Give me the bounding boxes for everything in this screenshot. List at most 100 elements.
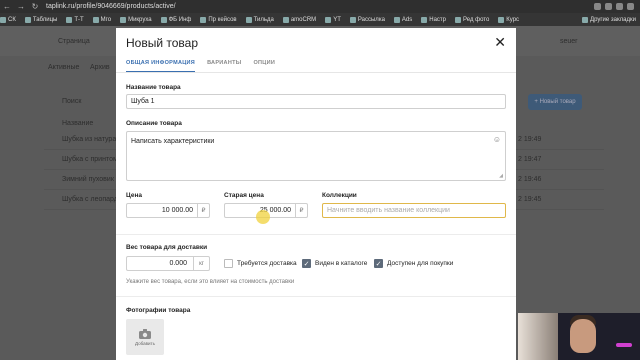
folder-icon <box>582 16 589 23</box>
bookmark-icon <box>393 16 400 23</box>
bookmark-item[interactable]: Тильда <box>245 16 274 23</box>
address-bar: ← → ↻ taplink.ru/profile/9046669/product… <box>0 0 640 13</box>
bookmark-icon <box>245 16 252 23</box>
user-name[interactable]: seuer <box>560 38 578 45</box>
bookmark-item[interactable]: Рассылка <box>349 16 385 23</box>
forward-icon[interactable]: → <box>14 2 28 11</box>
other-bookmarks[interactable]: Другие закладки <box>582 16 636 23</box>
product-name-value: Шуба 1 <box>131 98 155 105</box>
back-icon[interactable]: ← <box>0 2 14 11</box>
profile-icon[interactable] <box>627 3 634 10</box>
weight-unit: кг <box>193 257 209 270</box>
row-date: 2 19:47 <box>518 156 542 163</box>
bookmark-icon <box>349 16 356 23</box>
bookmark-item[interactable]: СК <box>0 16 16 23</box>
bookmark-item[interactable]: Т-Т <box>66 16 84 23</box>
row-date: 2 19:45 <box>518 196 542 203</box>
reload-icon[interactable]: ↻ <box>28 2 42 11</box>
row-name: Зимний пуховик с <box>62 176 120 183</box>
price-input[interactable]: 10 000.00 ₽ <box>126 203 210 218</box>
bookmark-icon <box>421 16 428 23</box>
row-date: 2 19:46 <box>518 176 542 183</box>
new-product-modal: Новый товар ✕ ОБЩАЯ ИНФОРМАЦИЯ ВАРИАНТЫ … <box>116 28 516 360</box>
bookmark-icon <box>66 16 73 23</box>
checkbox-delivery-required[interactable]: Требуется доставка <box>224 259 297 268</box>
bookmark-item[interactable]: Микруха <box>120 16 152 23</box>
tab-active[interactable]: Активные <box>48 64 79 71</box>
webcam-overlay <box>518 313 640 360</box>
bookmark-item[interactable]: YT <box>325 16 341 23</box>
row-name: Шубка с принтом <box>62 156 118 163</box>
weight-input[interactable]: 0.000 кг <box>126 256 210 271</box>
bookmark-icon <box>200 16 207 23</box>
bookmark-item[interactable]: Курс <box>498 16 519 23</box>
weight-label: Вес товара для доставки <box>126 244 208 251</box>
extensions <box>594 3 634 10</box>
collections-label: Коллекции <box>322 192 357 199</box>
tabs-divider <box>116 72 516 73</box>
checkmark-icon[interactable]: ✓ <box>374 259 383 268</box>
collections-input[interactable]: Начните вводить название коллекции <box>322 203 506 218</box>
description-value: Написать характеристики <box>131 138 215 145</box>
collections-placeholder: Начните вводить название коллекции <box>327 207 450 214</box>
camera-icon <box>139 328 151 339</box>
bookmark-item[interactable]: amoCRM <box>282 16 316 23</box>
bookmark-icon <box>282 16 289 23</box>
name-label: Название товара <box>126 84 181 91</box>
add-photo-button[interactable]: Добавить <box>126 319 164 355</box>
description-textarea[interactable]: Написать характеристики ☺ ◢ <box>126 131 506 181</box>
cursor-highlight <box>256 210 270 224</box>
bookmark-icon <box>24 16 31 23</box>
bookmark-icon <box>160 16 167 23</box>
search-input[interactable]: Поиск <box>62 98 81 105</box>
close-icon[interactable]: ✕ <box>494 34 506 51</box>
bookmark-item[interactable]: Ads <box>393 16 412 23</box>
checkbox-visible-in-catalog[interactable]: ✓ Виден в каталоге <box>302 259 367 268</box>
column-name: Название <box>62 120 94 127</box>
new-product-button[interactable]: + Новый товар <box>528 94 582 110</box>
bookmarks-bar: СК Таблицы Т-Т Мго Микруха ФБ Инф Пр кей… <box>0 13 640 26</box>
section-divider <box>116 234 516 235</box>
bookmark-icon <box>325 16 332 23</box>
weight-value: 0.000 <box>169 260 187 267</box>
webcam-face <box>570 319 596 353</box>
price-label: Цена <box>126 192 142 199</box>
bookmark-icon <box>92 16 99 23</box>
emoji-icon[interactable]: ☺ <box>493 135 501 144</box>
old-price-label: Старая цена <box>224 192 264 199</box>
weight-hint: Укажите вес товара, если это влияет на с… <box>126 279 295 285</box>
bookmark-icon <box>120 16 127 23</box>
checkmark-icon[interactable]: ✓ <box>302 259 311 268</box>
tab-archive[interactable]: Архив <box>90 64 110 71</box>
bookmark-icon <box>455 16 462 23</box>
photos-label: Фотографии товара <box>126 307 191 314</box>
checkbox-available-for-purchase[interactable]: ✓ Доступен для покупки <box>374 259 453 268</box>
bookmark-item[interactable]: Ред фото <box>455 16 489 23</box>
product-name-input[interactable]: Шуба 1 <box>126 94 506 109</box>
add-photo-label: Добавить <box>135 340 155 346</box>
webcam-light <box>518 313 558 360</box>
bookmark-icon <box>498 16 505 23</box>
bookmark-icon <box>0 16 6 23</box>
bookmark-item[interactable]: Мго <box>92 16 111 23</box>
resize-handle-icon[interactable]: ◢ <box>499 173 503 179</box>
bookmark-item[interactable]: Настр <box>421 16 446 23</box>
nav-pages[interactable]: Страница <box>58 38 90 45</box>
browser-chrome: ← → ↻ taplink.ru/profile/9046669/product… <box>0 0 640 26</box>
currency-label: ₽ <box>197 204 209 217</box>
currency-label: ₽ <box>295 204 307 217</box>
extension-icon[interactable] <box>594 3 601 10</box>
row-name: Шубка с леопардо <box>62 196 122 203</box>
section-divider <box>116 296 516 297</box>
extension-icon[interactable] <box>605 3 612 10</box>
webcam-neon-light <box>616 343 632 347</box>
price-value: 10 000.00 <box>161 207 193 214</box>
row-date: 2 19:49 <box>518 136 542 143</box>
bookmark-item[interactable]: Пр кейсов <box>200 16 237 23</box>
url-text[interactable]: taplink.ru/profile/9046669/products/acti… <box>46 3 594 10</box>
extension-icon[interactable] <box>616 3 623 10</box>
checkbox-unchecked-icon[interactable] <box>224 259 233 268</box>
bookmark-item[interactable]: ФБ Инф <box>160 16 191 23</box>
bookmark-item[interactable]: Таблицы <box>24 16 57 23</box>
description-label: Описание товара <box>126 120 182 127</box>
